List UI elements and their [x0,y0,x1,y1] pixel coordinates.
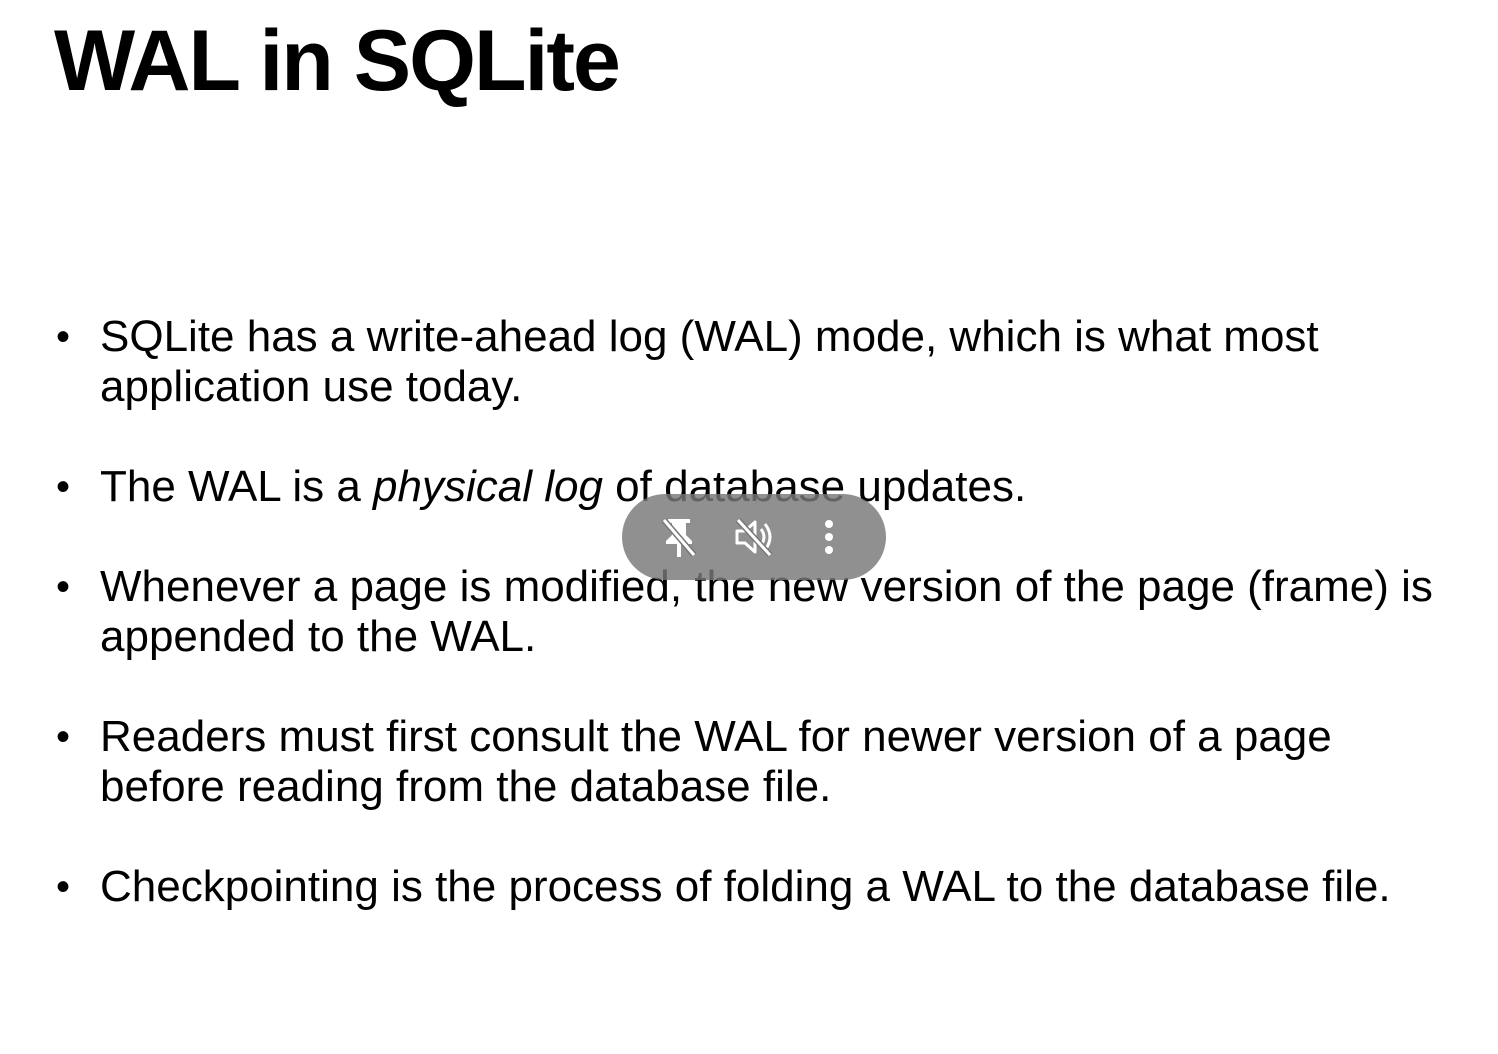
bullet-dot: • [56,465,71,509]
unpin-button[interactable] [651,509,707,565]
bullet-text: SQLite has a write-ahead log (WAL) mode,… [100,312,1319,411]
bullet-text: Checkpointing is the process of folding … [100,862,1391,911]
bullet-item: • SQLite has a write-ahead log (WAL) mod… [52,312,1452,412]
bullet-list: • SQLite has a write-ahead log (WAL) mod… [52,312,1452,962]
slide-title: WAL in SQLite [54,13,621,109]
unpin-icon [662,518,697,557]
bullet-item: • Readers must first consult the WAL for… [52,712,1452,812]
bullet-item: • Checkpointing is the process of foldin… [52,862,1452,912]
video-controls-overlay [622,494,886,580]
bullet-dot: • [56,565,71,609]
mute-button[interactable] [726,509,782,565]
bullet-dot: • [56,315,71,359]
bullet-text: The WAL is a physical log of database up… [100,462,1027,511]
more-vert-icon [824,520,833,554]
emphasis-text: physical log [373,462,603,511]
bullet-dot: • [56,715,71,759]
more-options-button[interactable] [801,509,857,565]
mute-icon [735,517,773,558]
bullet-text: Readers must first consult the WAL for n… [100,712,1332,811]
bullet-dot: • [56,865,71,909]
